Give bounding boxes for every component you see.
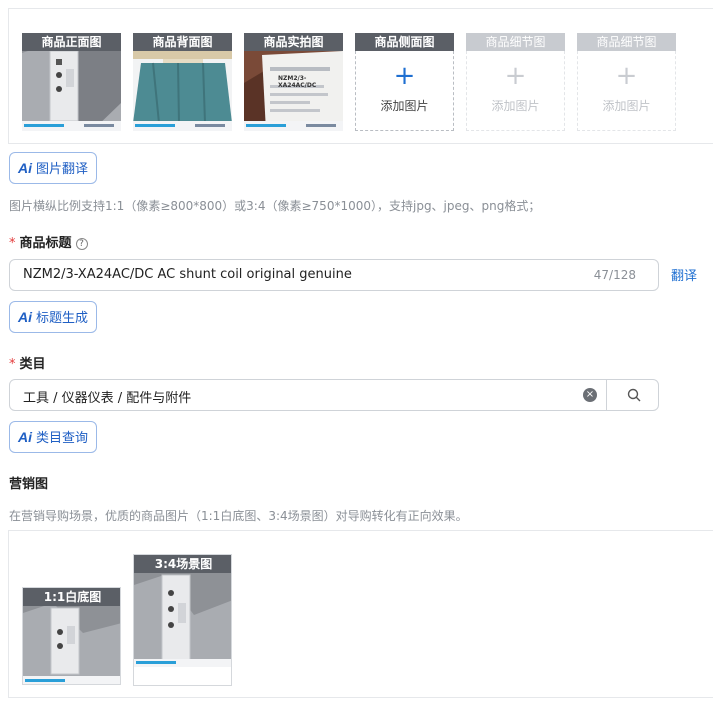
image-slot-detail-1: 商品细节图 + 添加图片 bbox=[466, 33, 565, 131]
add-image-label: 添加图片 bbox=[602, 99, 651, 113]
slot-label-real: 商品实拍图 bbox=[244, 33, 343, 51]
marketing-label-square: 1:1白底图 bbox=[23, 588, 120, 606]
ai-category-lookup-button[interactable]: Ai 类目查询 bbox=[9, 421, 98, 453]
product-title-input[interactable]: NZM2/3-XA24AC/DC AC shunt coil original … bbox=[9, 259, 659, 291]
slot-label-detail-1: 商品细节图 bbox=[466, 33, 565, 51]
marketing-title: 营销图 bbox=[9, 477, 49, 492]
category-select[interactable]: 工具 / 仪器仪表 / 配件与附件 × bbox=[9, 379, 659, 411]
ai-title-generate-label: 标题生成 bbox=[36, 311, 89, 326]
plus-icon: + bbox=[615, 61, 638, 91]
category-search-button[interactable] bbox=[606, 380, 660, 410]
image-slot-back[interactable]: 商品背面图 bbox=[133, 33, 232, 131]
help-icon[interactable]: ? bbox=[75, 238, 88, 250]
add-image-button-detail-2: + 添加图片 bbox=[577, 51, 676, 131]
category-value: 工具 / 仪器仪表 / 配件与附件 bbox=[23, 391, 192, 406]
plus-icon: + bbox=[504, 61, 527, 91]
marketing-slot-square[interactable]: 1:1白底图 bbox=[22, 587, 121, 685]
ai-image-translate-label: 图片翻译 bbox=[36, 162, 89, 177]
required-mark: * bbox=[9, 357, 16, 372]
image-slot-detail-2: 商品细节图 + 添加图片 bbox=[577, 33, 676, 131]
slot-label-side: 商品侧面图 bbox=[355, 33, 454, 51]
slot-label-back: 商品背面图 bbox=[133, 33, 232, 51]
slot-label-front: 商品正面图 bbox=[22, 33, 121, 51]
title-label-text: 商品标题 bbox=[19, 236, 72, 251]
ai-icon: Ai bbox=[18, 309, 32, 325]
clear-icon[interactable]: × bbox=[583, 388, 597, 402]
marketing-hint: 在营销导购场景，优质的商品图片（1:1白底图、3:4场景图）对导购转化有正向效果… bbox=[9, 509, 468, 523]
search-icon bbox=[627, 388, 640, 402]
product-title-value: NZM2/3-XA24AC/DC AC shunt coil original … bbox=[23, 267, 352, 282]
photo-product-code: NZM2/3-XA24AC/DC bbox=[278, 75, 317, 89]
add-image-label: 添加图片 bbox=[491, 99, 540, 113]
slot-label-detail-2: 商品细节图 bbox=[577, 33, 676, 51]
ai-icon: Ai bbox=[18, 160, 32, 176]
marketing-slot-scene[interactable]: 3:4场景图 bbox=[133, 554, 232, 686]
plus-icon: + bbox=[393, 61, 416, 91]
add-image-label: 添加图片 bbox=[380, 99, 429, 113]
title-field-label: * 商品标题? bbox=[9, 232, 88, 251]
translate-link[interactable]: 翻译 bbox=[671, 265, 697, 284]
add-image-button-side[interactable]: + 添加图片 bbox=[355, 51, 454, 131]
marketing-label-scene: 3:4场景图 bbox=[134, 555, 231, 573]
title-char-counter: 47/128 bbox=[593, 268, 636, 282]
image-slot-front[interactable]: 商品正面图 bbox=[22, 33, 121, 131]
add-image-button-detail-1: + 添加图片 bbox=[466, 51, 565, 131]
required-mark: * bbox=[9, 236, 16, 251]
product-images-panel: 商品正面图 商品背面图 NZM2/3-XA24AC/DC 商品实拍图 商品侧面图… bbox=[8, 8, 713, 144]
ai-category-lookup-label: 类目查询 bbox=[36, 431, 89, 446]
image-format-hint: 图片横纵比例支持1:1（像素≥800*800）或3:4（像素≥750*1000）… bbox=[9, 199, 541, 213]
ai-title-generate-button[interactable]: Ai 标题生成 bbox=[9, 301, 98, 333]
category-field-label: * 类目 bbox=[9, 353, 46, 372]
marketing-images-panel: 1:1白底图 3:4场景图 bbox=[8, 530, 713, 698]
ai-icon: Ai bbox=[18, 429, 32, 445]
image-slot-real[interactable]: NZM2/3-XA24AC/DC 商品实拍图 bbox=[244, 33, 343, 131]
scene-photo bbox=[134, 555, 231, 685]
category-label-text: 类目 bbox=[19, 357, 46, 372]
image-slot-side[interactable]: 商品侧面图 + 添加图片 bbox=[355, 33, 454, 131]
ai-image-translate-button[interactable]: Ai 图片翻译 bbox=[9, 152, 98, 184]
